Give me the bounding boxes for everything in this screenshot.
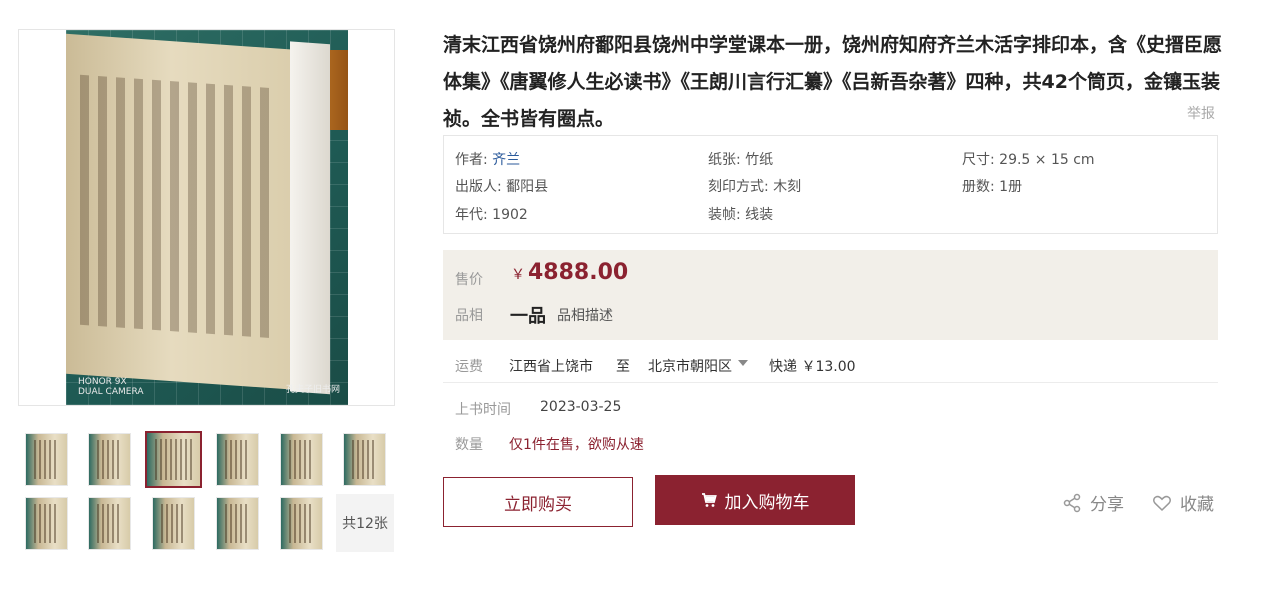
thumbnail-2[interactable] (88, 433, 131, 486)
main-product-image[interactable]: HONOR 9X DUAL CAMERA 孔夫子旧书网 (18, 29, 395, 406)
thumbnail-10[interactable] (216, 497, 259, 550)
author-link[interactable]: 齐兰 (492, 152, 520, 168)
thumbnail-6[interactable] (343, 433, 386, 486)
price-value: ￥ 4888.00 (511, 260, 629, 285)
condition-description-link[interactable]: 品相描述 (557, 305, 613, 325)
ship-to-word: 至 (616, 359, 630, 375)
report-link[interactable]: 举报 (1187, 103, 1215, 123)
shipping-row: 运费 江西省上饶市 至 北京市朝阳区 快递 ￥13.00 (443, 352, 1218, 383)
attr-year: 年代: 1902 (455, 207, 528, 223)
book-photo: HONOR 9X DUAL CAMERA 孔夫子旧书网 (66, 30, 348, 405)
cart-icon (701, 493, 717, 507)
shipping-method: 快递 ￥13.00 (769, 359, 856, 375)
favorite-label: 收藏 (1180, 495, 1214, 515)
book-pages (66, 33, 308, 391)
add-to-cart-button[interactable]: 加入购物车 (655, 475, 855, 525)
attr-paper: 纸张: 竹纸 (708, 152, 774, 168)
total-images-button[interactable]: 共12张 (336, 494, 394, 552)
thumbnail-5[interactable] (280, 433, 323, 486)
thumbnail-7[interactable] (25, 497, 68, 550)
condition-value: 一品 (510, 306, 546, 327)
listing-time-value: 2023-03-25 (540, 399, 622, 415)
ship-to-dropdown[interactable]: 北京市朝阳区 (648, 356, 748, 376)
favorite-button[interactable]: 收藏 (1152, 490, 1214, 515)
thumbnail-8[interactable] (88, 497, 131, 550)
attr-size: 尺寸: 29.5 × 15 cm (962, 152, 1095, 168)
attr-volumes: 册数: 1册 (962, 179, 1023, 195)
share-label: 分享 (1090, 495, 1124, 515)
price-panel: 售价 ￥ 4888.00 品相 一品 品相描述 (443, 250, 1218, 340)
share-icon (1063, 493, 1081, 512)
add-to-cart-label: 加入购物车 (724, 492, 810, 513)
price-label: 售价 (455, 272, 483, 288)
thumbnail-11[interactable] (280, 497, 323, 550)
site-watermark: 孔夫子旧书网 (285, 385, 340, 395)
share-button[interactable]: 分享 (1062, 490, 1124, 515)
listing-time-label: 上书时间 (455, 402, 511, 418)
heart-icon (1153, 495, 1171, 511)
thumbnail-4[interactable] (216, 433, 259, 486)
thumbnail-1[interactable] (25, 433, 68, 486)
attr-binding: 装帧: 线装 (708, 207, 774, 223)
attr-author: 作者: 齐兰 (455, 152, 521, 168)
thumbnail-3-selected[interactable] (145, 431, 202, 488)
condition-label: 品相 (455, 308, 483, 324)
attr-print-method: 刻印方式: 木刻 (708, 179, 802, 195)
attribute-table: 作者: 齐兰 纸张: 竹纸 尺寸: 29.5 × 15 cm 出版人: 鄱阳县 … (443, 135, 1218, 234)
ship-from: 江西省上饶市 (509, 359, 593, 375)
attr-publisher: 出版人: 鄱阳县 (455, 179, 549, 195)
camera-watermark: HONOR 9X DUAL CAMERA (78, 377, 144, 397)
quantity-label: 数量 (455, 437, 483, 453)
chevron-down-icon (738, 360, 748, 366)
quantity-value: 仅1件在售，欲购从速 (509, 437, 644, 453)
shipping-label: 运费 (455, 359, 483, 375)
buy-now-button[interactable]: 立即购买 (443, 477, 633, 527)
thumbnail-9[interactable] (152, 497, 195, 550)
product-title: 清末江西省饶州府鄱阳县饶州中学堂课本一册，饶州府知府齐兰木活字排印本，含《史搢臣… (443, 34, 1223, 130)
